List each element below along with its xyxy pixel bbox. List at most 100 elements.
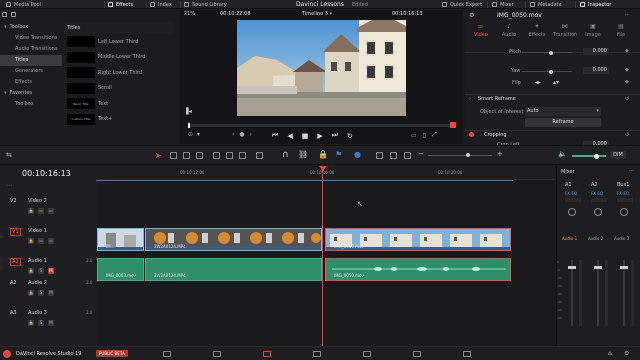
pitch-value[interactable]: 0.000	[583, 48, 609, 55]
chevron-down-icon[interactable]: ▾	[197, 131, 200, 138]
tree-section-header[interactable]: ▾ Favorites	[0, 88, 62, 99]
flip-keyframe-icon[interactable]: ◆	[625, 79, 629, 85]
panel-layout-icon[interactable]	[2, 12, 7, 17]
tab-video[interactable]: Video	[469, 32, 493, 38]
track-solo-icon[interactable]: S	[38, 268, 44, 274]
object-of-interest-select[interactable]: Auto ▾	[525, 107, 601, 116]
track-mute-icon[interactable]: M	[48, 290, 54, 296]
effects-button[interactable]: Effects	[108, 1, 133, 8]
video-clip[interactable]: 3W2A0124.MP4	[145, 228, 322, 251]
cropping-enable-icon[interactable]	[469, 132, 474, 137]
marker-icon[interactable]: ●	[354, 150, 361, 159]
track-lock-icon[interactable]: 🔒	[28, 290, 34, 296]
multicam-marker-icon[interactable]: ▐◂	[184, 108, 192, 115]
selection-tool-icon[interactable]: ➤	[155, 151, 162, 160]
track-auto-select-icon[interactable]: ▭	[38, 208, 44, 214]
track-id[interactable]: A3	[10, 310, 17, 316]
title-item[interactable]: Middle Lower Third	[64, 51, 174, 64]
skip-to-end-icon[interactable]: ⏭	[332, 131, 338, 140]
track-solo-icon[interactable]: S	[38, 290, 44, 296]
mixer-button[interactable]: Mixer	[492, 1, 514, 8]
viewer-menu-icon[interactable]: ⊙	[188, 131, 193, 138]
zoom-full-icon[interactable]	[376, 152, 383, 159]
smart-reframe-toggle-icon[interactable]: ›	[469, 96, 471, 102]
play-icon[interactable]: ▶	[317, 132, 322, 140]
track-disable-icon[interactable]: ▭	[48, 208, 54, 214]
tab-effects-icon[interactable]: ✦	[525, 23, 549, 30]
track-disable-icon[interactable]: ▭	[48, 238, 54, 244]
title-item[interactable]: Right Lower Third	[64, 66, 174, 79]
zoom-slider-knob[interactable]	[466, 153, 470, 157]
settings-icon[interactable]: ⚙	[624, 350, 629, 357]
zoom-custom-icon[interactable]	[404, 152, 411, 159]
track-options-icon[interactable]: ⋯	[6, 182, 12, 189]
reframe-button[interactable]: Reframe	[525, 118, 601, 127]
prev-clip-icon[interactable]: ‹	[232, 131, 234, 138]
playhead-handle-icon[interactable]	[319, 166, 327, 171]
mixer-eq[interactable]: FX EQ	[617, 191, 629, 196]
yaw-value[interactable]: 0.000	[583, 67, 609, 74]
title-item[interactable]: Custom Title Text+	[64, 113, 174, 126]
scrubber-handle[interactable]	[188, 123, 190, 128]
mixer-dynamics[interactable]	[591, 198, 607, 202]
mixer-fader[interactable]	[594, 260, 602, 326]
track-lock-icon[interactable]: 🔒	[28, 208, 34, 214]
zoom-level[interactable]: 21%	[184, 11, 195, 17]
playhead[interactable]	[322, 166, 323, 346]
yaw-keyframe-icon[interactable]: ◆	[625, 67, 629, 73]
cropping-reset-icon[interactable]: ↺	[625, 132, 629, 138]
deliver-page-icon[interactable]	[463, 351, 471, 357]
mixer-dynamics[interactable]	[617, 198, 633, 202]
fusion-page-icon[interactable]	[313, 351, 321, 357]
tab-transition-icon[interactable]: ⋈	[553, 23, 577, 30]
play-reverse-icon[interactable]: ◀	[287, 132, 292, 140]
track-id[interactable]: A1	[10, 258, 21, 266]
mixer-fader[interactable]	[568, 260, 576, 326]
blade-tool-icon[interactable]	[196, 152, 203, 159]
inspector-options-icon[interactable]: ⋯	[625, 12, 630, 18]
audio-clip[interactable]: IMG_0003.mov	[97, 258, 144, 281]
next-clip-icon[interactable]: ›	[250, 131, 252, 138]
video-clip-selected[interactable]: IMG_0050.mov	[325, 228, 511, 251]
sound-library-button[interactable]: Sound Library	[184, 1, 227, 8]
tab-file-icon[interactable]: ▤	[609, 23, 633, 30]
inspector-button[interactable]: Inspector	[580, 1, 611, 8]
tab-audio-icon[interactable]: ♪	[497, 23, 521, 30]
track-mute-icon[interactable]: M	[48, 268, 54, 274]
fader-knob[interactable]	[620, 266, 628, 269]
edit-page-icon[interactable]	[263, 351, 271, 357]
tree-item[interactable]: Audio Transitions	[0, 44, 62, 55]
home-icon[interactable]: ⌂	[608, 350, 612, 357]
volume-slider[interactable]	[572, 153, 606, 159]
fairlight-page-icon[interactable]	[413, 351, 421, 357]
tree-item[interactable]: Effects	[0, 77, 62, 88]
viewer-scrubber[interactable]	[188, 123, 453, 128]
audio-clip[interactable]: 3W2A0124.MP4	[145, 258, 322, 281]
pitch-slider[interactable]	[522, 50, 572, 55]
yaw-slider[interactable]	[522, 69, 572, 74]
flip-horizontal-icon[interactable]: ◂▸	[535, 79, 541, 86]
mixer-eq[interactable]: FX EQ	[565, 191, 577, 196]
tree-item[interactable]: Generators	[0, 66, 62, 77]
in-out-icon[interactable]: ▯	[423, 132, 426, 139]
tab-effects[interactable]: Effects	[525, 32, 549, 38]
fader-knob[interactable]	[568, 266, 576, 269]
stop-icon[interactable]: ■	[302, 132, 309, 140]
trim-tool-icon[interactable]	[170, 152, 177, 159]
tab-video-icon[interactable]: ▭	[469, 23, 493, 30]
smart-reframe-reset-icon[interactable]: ↺	[625, 96, 629, 102]
track-solo-icon[interactable]: S	[38, 320, 44, 326]
overwrite-clip-icon[interactable]	[226, 152, 233, 159]
track-id[interactable]: A2	[10, 280, 17, 286]
skip-to-start-icon[interactable]: ⏮	[272, 131, 278, 140]
tab-transition[interactable]: Transition	[553, 32, 577, 38]
quick-export-button[interactable]: Quick Export	[442, 1, 482, 8]
tab-file[interactable]: File	[609, 32, 633, 38]
flip-vertical-icon[interactable]: ▴▾	[553, 79, 559, 86]
video-clip[interactable]: IM...	[97, 228, 144, 251]
track-mute-icon[interactable]: M	[48, 320, 54, 326]
tab-image-icon[interactable]: ▣	[581, 23, 605, 30]
tree-item[interactable]: Titles	[0, 55, 62, 66]
yaw-slider-knob[interactable]	[549, 69, 553, 74]
tree-item[interactable]: Toolbox	[0, 99, 62, 110]
